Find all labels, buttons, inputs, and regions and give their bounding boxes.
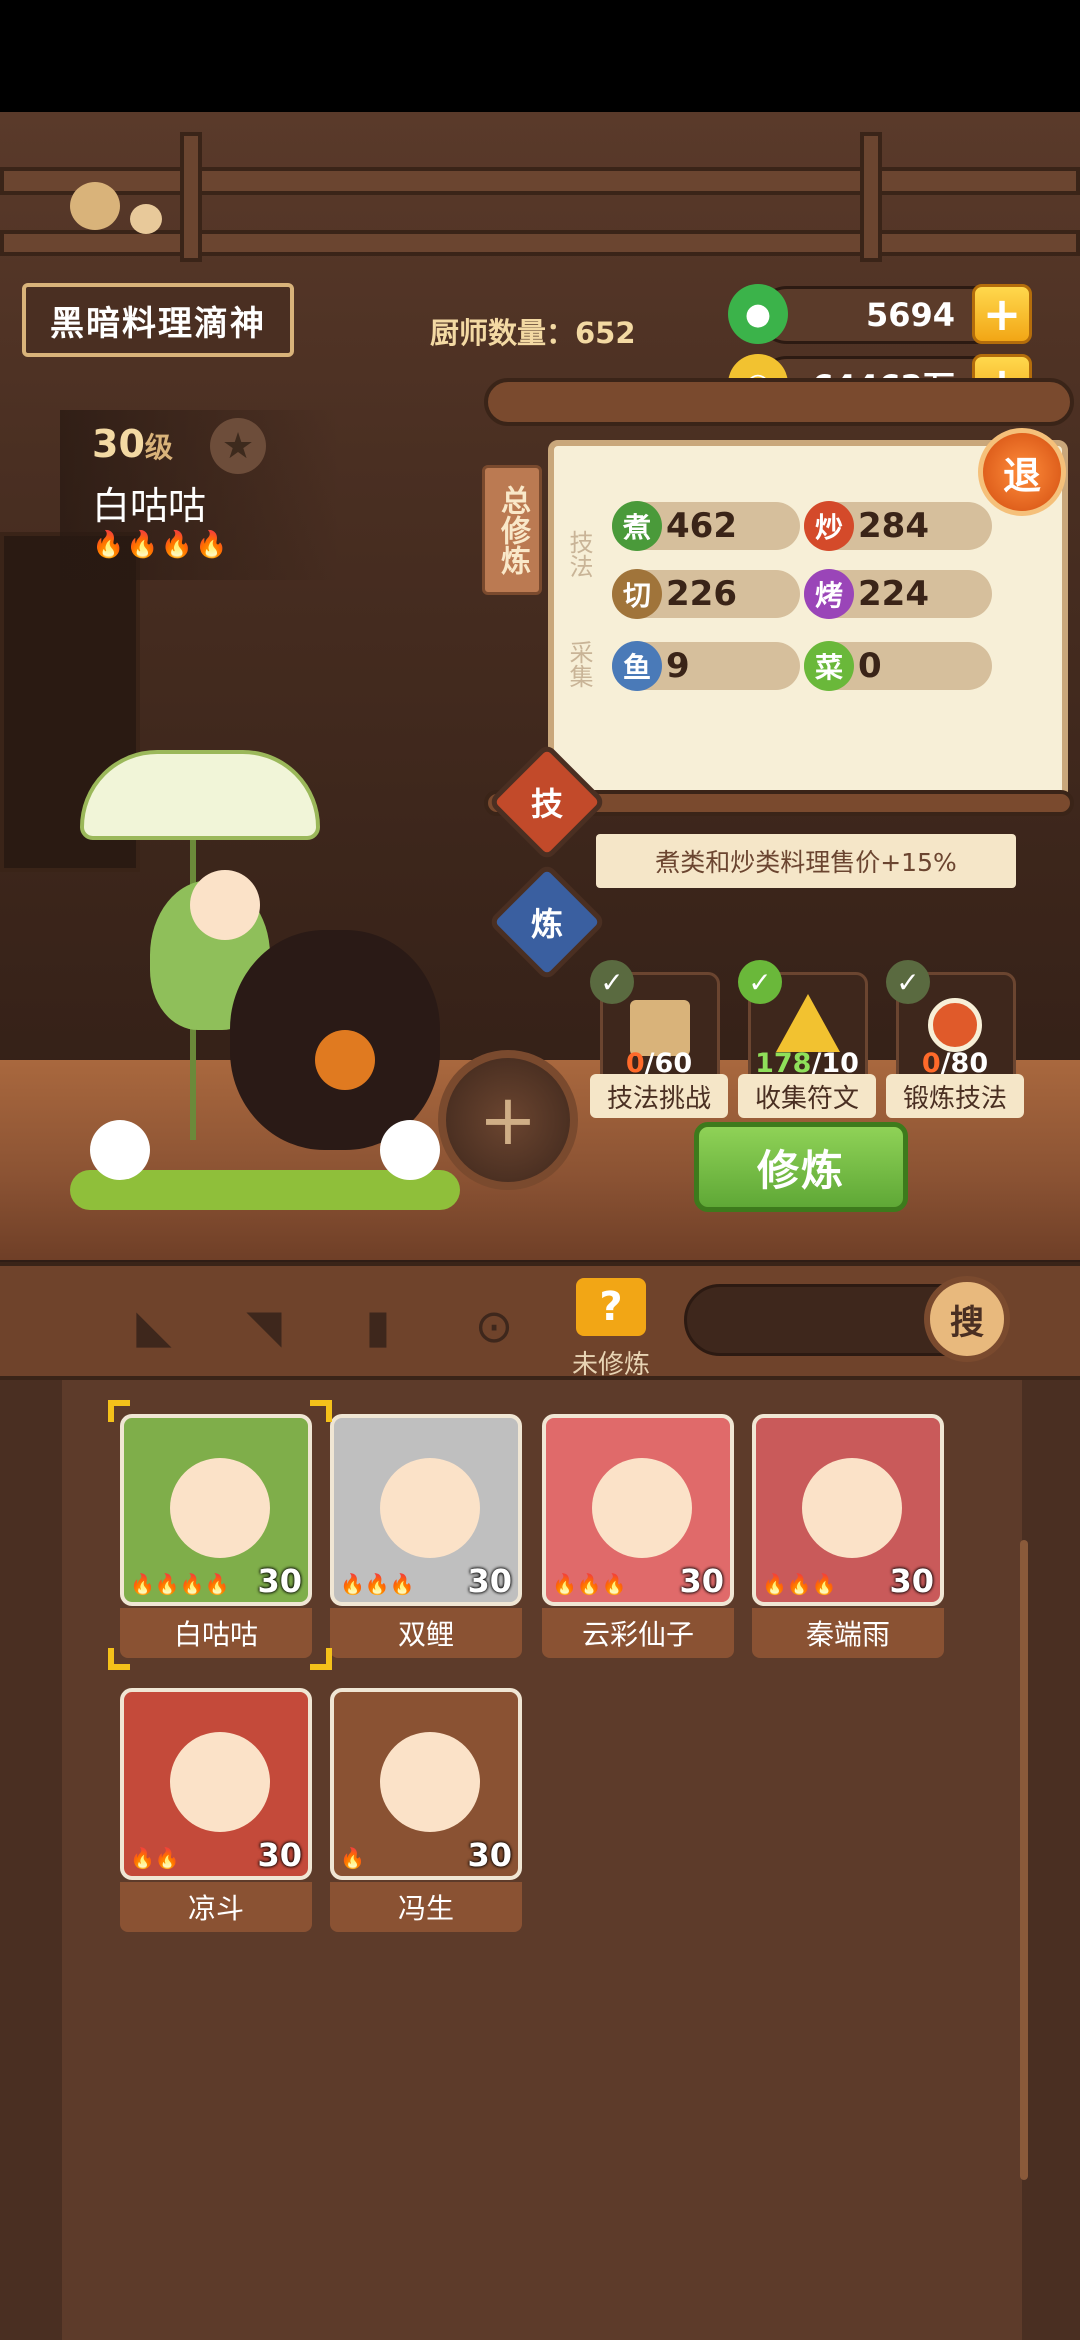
face-icon [802,1458,902,1558]
scroll-rod [484,378,1074,426]
add-jade-button[interactable]: + [972,284,1032,344]
chef-portrait: 🔥🔥 30 [120,1688,312,1880]
question-book-icon: ? [576,1278,646,1336]
alarm-clock-icon [928,998,982,1052]
lantern-icon [315,1030,375,1090]
flame-rating: 🔥🔥 [130,1846,180,1870]
exit-button[interactable]: 退 [978,428,1066,516]
chef-level: 30级 [92,422,173,466]
card-level: 30 [679,1562,724,1600]
total-training-tag: 总修炼 [482,465,542,595]
task-row: ✓ 0/60 技法挑战 ✓ 178/10 收集符文 ✓ 0/80 锻炼技法 [590,960,1060,1130]
flame-rating: 🔥 [340,1846,365,1870]
flame-rating: 🔥🔥🔥🔥 [92,530,230,560]
selection-corner [310,1400,332,1422]
chick-icon [130,204,162,234]
train-button[interactable]: 修炼 [694,1122,908,1212]
fish-icon: 鱼 [612,641,662,691]
tab-wok-icon[interactable]: ◣ [118,1290,190,1362]
stat-veg: 菜0 [804,641,992,691]
player-title: 黑暗料理滴神 [22,283,294,357]
card-level: 30 [467,1562,512,1600]
card-name: 双鲤 [330,1608,522,1658]
selection-corner [108,1400,130,1422]
roof-beam [0,230,1080,256]
flame-rating: 🔥🔥🔥 [762,1572,837,1596]
card-level: 30 [467,1836,512,1874]
chef-name: 白咕咕 [92,484,207,528]
chef-portrait: 🔥🔥🔥 30 [542,1414,734,1606]
check-icon: ✓ [590,960,634,1004]
scrollbar[interactable] [1020,1540,1028,2180]
parasol-icon [80,750,320,840]
chef-count: 厨师数量：652 [430,316,636,350]
roast-icon: 烤 [804,569,854,619]
stirfry-icon: 炒 [804,501,854,551]
chef-portrait: 🔥🔥🔥 30 [752,1414,944,1606]
roof-post [860,132,882,262]
add-button[interactable]: + [438,1050,578,1190]
chef-card[interactable]: 🔥🔥🔥🔥 30 白咕咕 [120,1414,312,1658]
card-name: 云彩仙子 [542,1608,734,1658]
search-button[interactable]: 搜 [924,1276,1010,1362]
tab-jar-icon[interactable]: ▮ [342,1290,414,1362]
stat-stirfry: 炒 284 [804,501,992,551]
tab-pan-icon[interactable]: ◥ [228,1290,300,1362]
check-icon: ✓ [738,960,782,1004]
face-icon [380,1458,480,1558]
star-icon[interactable]: ★ [210,418,266,474]
chef-card[interactable]: 🔥 30 冯生 [330,1688,522,1932]
card-level: 30 [889,1562,934,1600]
flame-rating: 🔥🔥🔥🔥 [130,1572,230,1596]
status-bar [0,0,1080,112]
chef-character-art [70,700,470,1210]
card-level: 30 [257,1562,302,1600]
check-icon: ✓ [886,960,930,1004]
selection-corner [310,1648,332,1670]
skill-label: 技法 [565,530,593,578]
tab-location-icon[interactable]: ⊙ [458,1290,530,1362]
chick-icon [70,182,120,230]
chef-card[interactable]: 🔥🔥🔥 30 秦端雨 [752,1414,944,1658]
chef-card[interactable]: 🔥🔥🔥 30 双鲤 [330,1414,522,1658]
stat-fish: 鱼9 [612,641,800,691]
chef-card[interactable]: 🔥🔥 30 凉斗 [120,1688,312,1932]
stat-cut: 切 226 [612,569,800,619]
gather-label: 采集 [565,640,593,688]
stat-boil: 煮 462 [612,501,800,551]
card-level: 30 [257,1836,302,1874]
card-name: 凉斗 [120,1882,312,1932]
flame-rating: 🔥🔥🔥 [340,1572,415,1596]
card-name: 冯生 [330,1882,522,1932]
flame-rating: 🔥🔥🔥 [552,1572,627,1596]
face-icon [380,1732,480,1832]
card-name: 秦端雨 [752,1608,944,1658]
chef-portrait: 🔥🔥🔥🔥 30 [120,1414,312,1606]
jade-resource: 5694 ● + [728,284,1058,348]
chef-portrait: 🔥 30 [330,1688,522,1880]
bonus-text: 煮类和炒类料理售价+15% [596,834,1016,888]
face-icon [170,1732,270,1832]
tab-untrained[interactable]: ? 未修炼 [566,1278,656,1380]
card-name: 白咕咕 [120,1608,312,1658]
stat-roast: 烤 224 [804,569,992,619]
face-icon [170,1458,270,1558]
chef-card[interactable]: 🔥🔥🔥 30 云彩仙子 [542,1414,734,1658]
jade-icon: ● [728,284,788,344]
chef-portrait: 🔥🔥🔥 30 [330,1414,522,1606]
vegetable-icon: 菜 [804,641,854,691]
face-icon [592,1458,692,1558]
roof-post [180,132,202,262]
cut-icon: 切 [612,569,662,619]
roof-beam [0,167,1080,195]
boil-icon: 煮 [612,501,662,551]
selection-corner [108,1648,130,1670]
